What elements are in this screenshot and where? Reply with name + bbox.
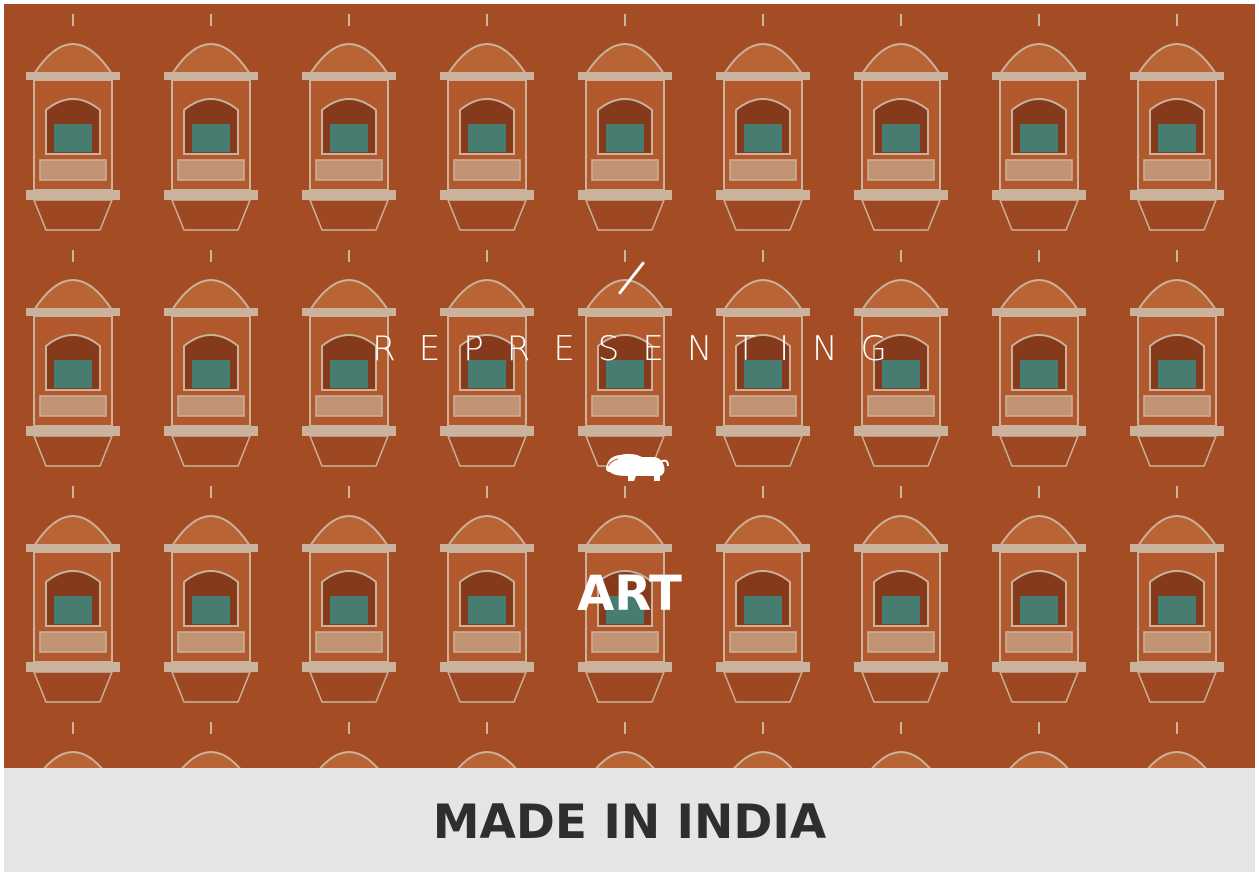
hero-banner[interactable]: REPRESENTING ART: [4, 4, 1255, 768]
category-title: ART: [577, 566, 682, 622]
footer-band: MADE IN INDIA: [4, 768, 1255, 872]
footer-title: MADE IN INDIA: [432, 795, 827, 850]
make-in-india-lion-logo: [606, 453, 669, 481]
kicker-text: REPRESENTING: [372, 329, 910, 369]
image-overlay: [4, 4, 1255, 768]
